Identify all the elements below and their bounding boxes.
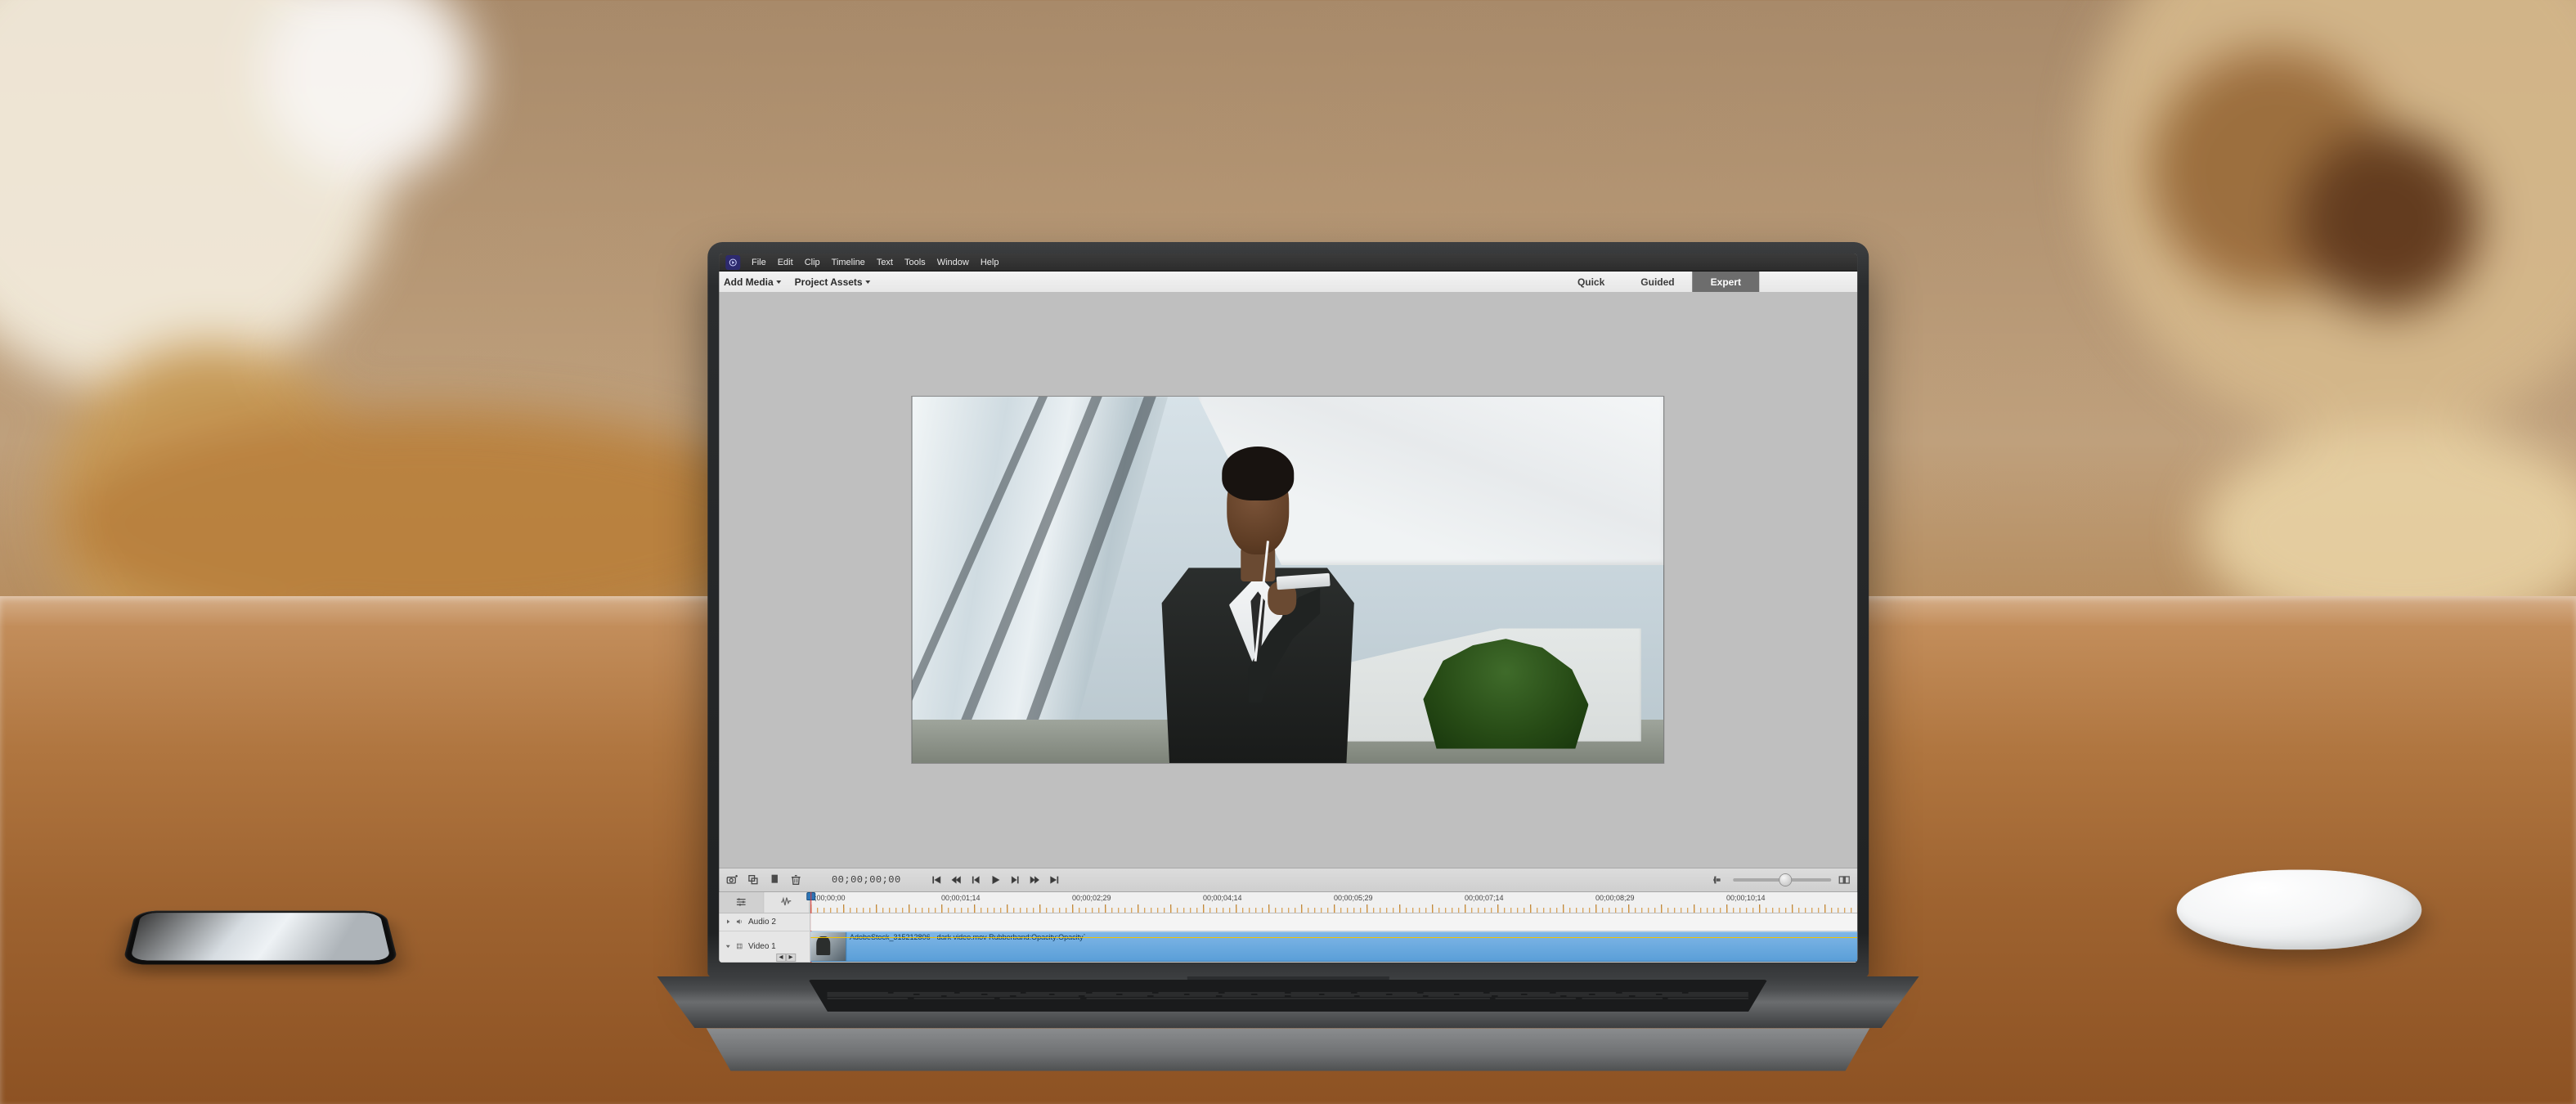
camera-plus-icon[interactable] [725, 873, 738, 886]
arrow-left-icon[interactable]: ◂ [776, 954, 786, 962]
menu-edit[interactable]: Edit [778, 258, 793, 267]
timeline-header: 0;00;00;00 00;00;01;14 00;00;02;29 00;00… [719, 892, 1857, 913]
goto-end-icon[interactable] [1048, 873, 1061, 886]
add-media-dropdown[interactable]: Add Media [724, 276, 782, 288]
svg-text:N: N [773, 877, 777, 882]
track-video-1-label: Video 1 [748, 942, 776, 951]
zoom-slider[interactable] [1733, 878, 1831, 882]
video-frame-still [913, 397, 1664, 763]
timeline-tab-audio[interactable] [764, 892, 810, 913]
workspace-modes: Quick Guided Expert [1560, 272, 1759, 292]
zoom-out-icon[interactable] [1713, 873, 1726, 886]
sliders-icon [734, 895, 748, 909]
step-back-icon[interactable] [970, 873, 983, 886]
menu-clip[interactable]: Clip [805, 258, 820, 267]
track-audio-2-label: Audio 2 [748, 918, 776, 927]
toolbar: Add Media Project Assets Quick Guided Ex… [719, 272, 1857, 293]
ruler-tick-6: 00;00;08;29 [1595, 894, 1726, 902]
zoom-control [1713, 873, 1851, 886]
play-icon[interactable] [990, 873, 1003, 886]
project-assets-label: Project Assets [795, 276, 863, 288]
menu-file[interactable]: File [752, 258, 766, 267]
menu-tools[interactable]: Tools [904, 258, 926, 267]
preview-panel [719, 293, 1857, 868]
mode-guided[interactable]: Guided [1622, 272, 1692, 292]
ruler-tick-7: 00;00;10;14 [1726, 894, 1857, 902]
mode-quick-label: Quick [1577, 276, 1604, 288]
zoom-fit-icon[interactable] [1838, 873, 1851, 886]
menu-window[interactable]: Window [937, 258, 969, 267]
preview-monitor[interactable] [913, 397, 1664, 763]
ruler-tick-4: 00;00;05;29 [1334, 894, 1465, 902]
opacity-rubberband[interactable] [810, 937, 1857, 938]
ruler-tick-0: 0;00;00;00 [810, 894, 941, 902]
step-forward-icon[interactable] [1009, 873, 1022, 886]
filmstrip-icon[interactable] [735, 942, 743, 950]
ruler-tick-2: 00;00;02;29 [1072, 894, 1203, 902]
add-media-label: Add Media [724, 276, 774, 288]
mode-expert[interactable]: Expert [1693, 272, 1759, 292]
timeline-tab-video[interactable] [719, 892, 765, 913]
track-video-1: Video 1 ◂ ▸ AdobeStock_315212806 - dark … [719, 931, 1857, 963]
track-expand-icon[interactable] [724, 918, 732, 926]
laptop-base [657, 976, 1919, 1071]
track-audio-2: Audio 2 [719, 913, 1857, 931]
mode-quick[interactable]: Quick [1560, 272, 1622, 292]
ruler-tick-1: 00;00;01;14 [941, 894, 1072, 902]
ruler-tick-5: 00;00;07;14 [1465, 894, 1595, 902]
menu-timeline[interactable]: Timeline [832, 258, 865, 267]
waveform-icon [779, 895, 794, 909]
menubar: File Edit Clip Timeline Text Tools Windo… [719, 254, 1857, 272]
track-video-1-lane[interactable]: AdobeStock_315212806 - dark video.mov Ru… [810, 931, 1857, 962]
rewind-icon[interactable] [950, 873, 963, 886]
menu-text[interactable]: Text [877, 258, 893, 267]
goto-start-icon[interactable] [931, 873, 944, 886]
track-audio-2-lane[interactable] [810, 913, 1857, 931]
timeline-tracks: Audio 2 Video 1 ◂ [719, 913, 1857, 963]
smartphone-prop [122, 911, 399, 965]
speaker-icon[interactable] [735, 918, 743, 926]
playback-controls [931, 873, 1061, 886]
track-collapse-icon[interactable] [724, 942, 732, 950]
arrow-right-icon[interactable]: ▸ [786, 954, 796, 962]
mode-expert-label: Expert [1711, 276, 1741, 288]
laptop: File Edit Clip Timeline Text Tools Windo… [657, 242, 1919, 1070]
trash-icon[interactable] [789, 873, 802, 886]
ruler-tick-3: 00;00;04;14 [1203, 894, 1334, 902]
transport-bar: N 00;00;00;00 [719, 868, 1857, 892]
chevron-down-icon [866, 280, 871, 284]
zoom-slider-thumb[interactable] [1780, 874, 1792, 886]
timecode-display[interactable]: 00;00;00;00 [832, 874, 901, 886]
track-scroll-arrows[interactable]: ◂ ▸ [776, 954, 796, 962]
laptop-keyboard [808, 980, 1767, 1012]
video-editor-app: File Edit Clip Timeline Text Tools Windo… [719, 254, 1857, 963]
fast-forward-icon[interactable] [1029, 873, 1042, 886]
duplicate-icon[interactable] [747, 873, 760, 886]
menu-help[interactable]: Help [981, 258, 999, 267]
mode-guided-label: Guided [1640, 276, 1674, 288]
timeline-ruler[interactable]: 0;00;00;00 00;00;01;14 00;00;02;29 00;00… [810, 892, 1857, 913]
mouse-prop [2170, 869, 2429, 949]
chevron-down-icon [777, 280, 782, 284]
app-logo-icon [725, 255, 740, 270]
video-clip[interactable]: AdobeStock_315212806 - dark video.mov Ru… [810, 931, 1857, 962]
marker-icon[interactable]: N [768, 873, 781, 886]
project-assets-dropdown[interactable]: Project Assets [795, 276, 871, 288]
